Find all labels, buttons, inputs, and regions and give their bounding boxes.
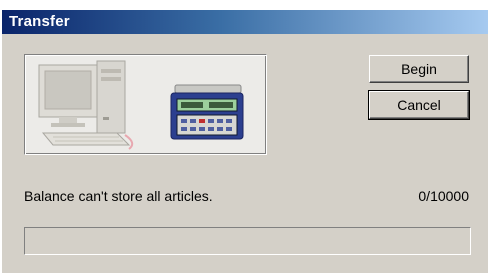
cancel-button[interactable]: Cancel <box>368 90 470 120</box>
title-bar[interactable]: Transfer <box>2 10 488 34</box>
computer-icon <box>38 60 134 150</box>
window-title: Transfer <box>9 13 70 30</box>
begin-button[interactable]: Begin <box>369 55 469 83</box>
status-message: Balance can't store all articles. <box>24 188 213 204</box>
transfer-dialog: Transfer Begin Cancel Balance can't stor… <box>0 10 488 273</box>
transfer-progress-bar <box>24 227 471 255</box>
computer-to-scale-illustration <box>38 60 244 150</box>
transfer-count: 0/10000 <box>418 188 469 204</box>
transfer-illustration <box>24 54 267 155</box>
balance-scale-icon <box>170 84 244 140</box>
